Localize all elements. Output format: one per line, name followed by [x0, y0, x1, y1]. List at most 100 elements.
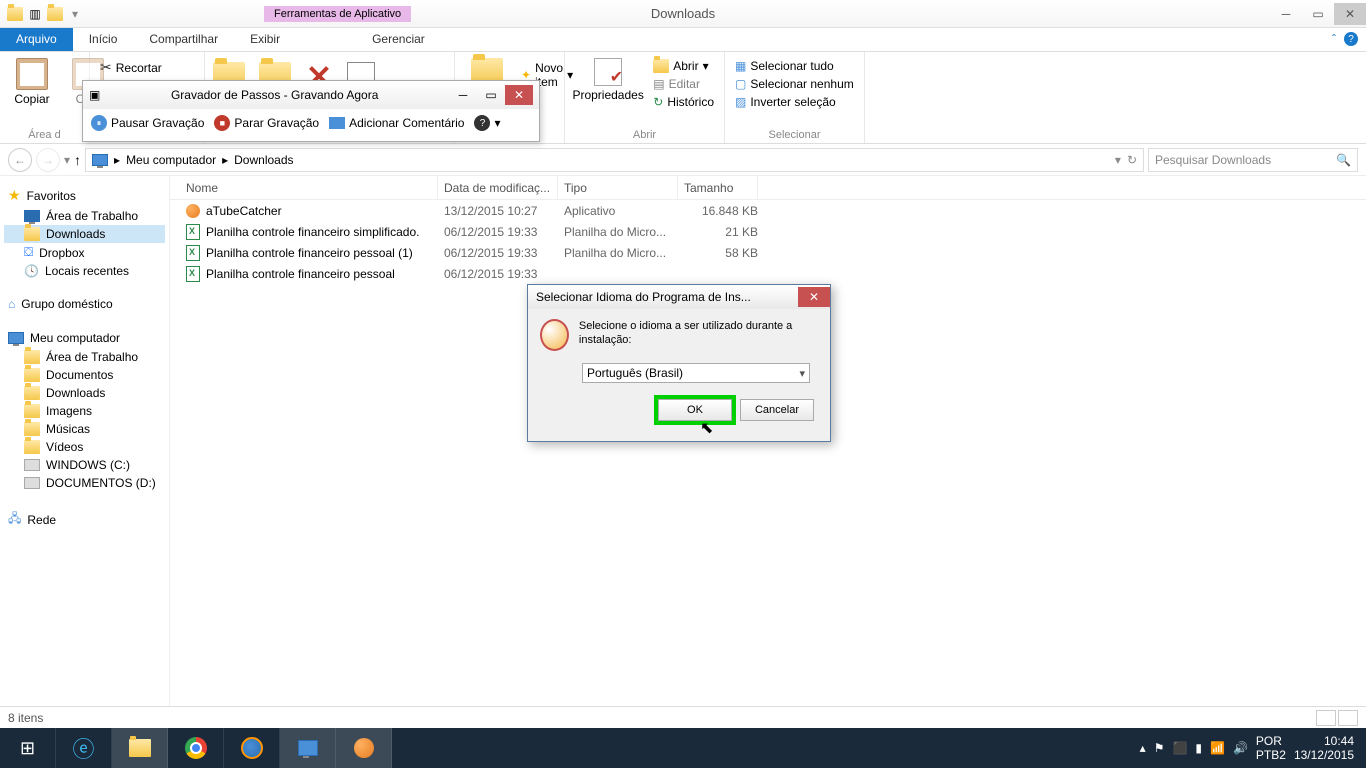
details-view-icon[interactable]: [1316, 710, 1336, 726]
chevron-up-icon[interactable]: ˆ: [1332, 32, 1336, 47]
language-indicator[interactable]: PORPTB2: [1256, 734, 1286, 763]
recent-dropdown[interactable]: ▾: [64, 153, 70, 167]
edit-button[interactable]: ▤Editar: [651, 76, 716, 92]
history-button[interactable]: ↻Histórico: [651, 94, 716, 110]
minimize-button[interactable]: ─: [1270, 3, 1302, 25]
sidebar-item-desktop2[interactable]: Área de Trabalho: [4, 348, 165, 366]
sidebar-computer[interactable]: Meu computador: [4, 328, 165, 348]
copy-label: Copiar: [14, 92, 49, 106]
psr-maximize-button[interactable]: ▭: [477, 85, 505, 105]
computer-label: Meu computador: [30, 331, 120, 345]
chevron-right-icon[interactable]: ▸: [222, 153, 228, 167]
psr-pause-button[interactable]: ⏸Pausar Gravação: [91, 115, 204, 131]
table-row[interactable]: Planilha controle financeiro pessoal (1)…: [170, 242, 1366, 263]
properties-icon[interactable]: ▥: [26, 5, 44, 23]
clock[interactable]: 10:4413/12/2015: [1294, 734, 1354, 763]
desktop-icon: [24, 210, 40, 222]
crumb-computer[interactable]: Meu computador: [126, 153, 216, 167]
col-type[interactable]: Tipo: [558, 176, 678, 199]
icons-view-icon[interactable]: [1338, 710, 1358, 726]
sidebar-item-desktop[interactable]: Área de Trabalho: [4, 207, 165, 225]
taskbar-chrome[interactable]: [168, 728, 224, 768]
cancel-button[interactable]: Cancelar: [740, 399, 814, 421]
history-icon: ↻: [653, 95, 663, 109]
psr-titlebar[interactable]: ▣ Gravador de Passos - Gravando Agora ─ …: [83, 81, 539, 109]
close-button[interactable]: ✕: [1334, 3, 1366, 25]
taskbar-explorer[interactable]: [112, 728, 168, 768]
help-icon[interactable]: ?: [1344, 32, 1358, 46]
open-button[interactable]: Abrir▾: [651, 58, 716, 74]
crumb-downloads[interactable]: Downloads: [234, 153, 293, 167]
action-center-icon[interactable]: ⚑: [1154, 741, 1165, 755]
ok-button[interactable]: OK: [658, 399, 732, 421]
tab-manage[interactable]: Gerenciar: [356, 28, 441, 51]
psr-comment-button[interactable]: Adicionar Comentário: [329, 116, 464, 130]
tab-share[interactable]: Compartilhar: [133, 28, 234, 51]
table-row[interactable]: aTubeCatcher13/12/2015 10:27Aplicativo16…: [170, 200, 1366, 221]
col-size[interactable]: Tamanho: [678, 176, 758, 199]
table-row[interactable]: Planilha controle financeiro pessoal06/1…: [170, 263, 1366, 284]
dialog-titlebar[interactable]: Selecionar Idioma do Programa de Ins... …: [528, 285, 830, 309]
language-select[interactable]: Português (Brasil): [582, 363, 810, 383]
sidebar-item-drive-c[interactable]: WINDOWS (C:): [4, 456, 165, 474]
chevron-down-icon[interactable]: ▾: [494, 116, 500, 130]
psr-stop-button[interactable]: ■Parar Gravação: [214, 115, 319, 131]
col-name[interactable]: Nome: [180, 176, 438, 199]
select-all-button[interactable]: ▦Selecionar tudo: [733, 58, 856, 74]
wifi-icon[interactable]: 📶: [1210, 741, 1225, 755]
search-input[interactable]: Pesquisar Downloads 🔍: [1148, 148, 1358, 172]
new-folder-icon[interactable]: [46, 5, 64, 23]
sidebar-item-downloads[interactable]: Downloads: [4, 225, 165, 243]
view-switcher[interactable]: [1316, 710, 1358, 726]
sidebar-homegroup[interactable]: ⌂Grupo doméstico: [4, 294, 165, 314]
sidebar-item-recent[interactable]: 🕓Locais recentes: [4, 262, 165, 280]
cut-button[interactable]: Recortar: [98, 58, 196, 77]
psr-minimize-button[interactable]: ─: [449, 85, 477, 105]
psr-help-button[interactable]: ?▾: [474, 115, 500, 131]
properties-button[interactable]: ✔Propriedades: [573, 56, 643, 139]
breadcrumb[interactable]: ▸ Meu computador ▸ Downloads ▾ ↻: [85, 148, 1144, 172]
sidebar-item-dropbox[interactable]: ⛋Dropbox: [4, 243, 165, 262]
battery-icon[interactable]: ▮: [1195, 741, 1202, 755]
up-button[interactable]: ↑: [74, 152, 81, 168]
taskbar-psr[interactable]: [280, 728, 336, 768]
start-button[interactable]: ⊞: [0, 728, 56, 768]
sidebar-favorites[interactable]: ★Favoritos: [4, 184, 165, 207]
sidebar-item-downloads2[interactable]: Downloads: [4, 384, 165, 402]
back-button[interactable]: ←: [8, 148, 32, 172]
forward-button[interactable]: →: [36, 148, 60, 172]
volume-icon[interactable]: 🔊: [1233, 741, 1248, 755]
copy-button[interactable]: Copiar: [8, 56, 56, 139]
taskbar-installer[interactable]: [336, 728, 392, 768]
security-icon[interactable]: ⬛: [1172, 741, 1187, 755]
item-count: 8 itens: [8, 711, 43, 725]
recent-icon: 🕓: [24, 264, 39, 278]
table-row[interactable]: Planilha controle financeiro simplificad…: [170, 221, 1366, 242]
firefox-icon: [241, 737, 263, 759]
maximize-button[interactable]: ▭: [1302, 3, 1334, 25]
pause-icon: ⏸: [91, 115, 107, 131]
col-date[interactable]: Data de modificaç...: [438, 176, 558, 199]
taskbar-ie[interactable]: ⓔ: [56, 728, 112, 768]
chevron-right-icon[interactable]: ▸: [114, 153, 120, 167]
tab-home[interactable]: Início: [73, 28, 134, 51]
address-dropdown-icon[interactable]: ▾: [1115, 153, 1121, 167]
sidebar-item-drive-d[interactable]: DOCUMENTOS (D:): [4, 474, 165, 492]
tab-file[interactable]: Arquivo: [0, 28, 73, 51]
folder-icon: [24, 422, 40, 436]
sidebar-item-images[interactable]: Imagens: [4, 402, 165, 420]
select-none-button[interactable]: ▢Selecionar nenhum: [733, 76, 856, 92]
sidebar-network[interactable]: 🖧Rede: [4, 506, 165, 533]
psr-close-button[interactable]: ✕: [505, 85, 533, 105]
sidebar-item-documents[interactable]: Documentos: [4, 366, 165, 384]
taskbar-firefox[interactable]: [224, 728, 280, 768]
ribbon-help[interactable]: ˆ?: [1324, 28, 1366, 51]
refresh-icon[interactable]: ↻: [1127, 153, 1137, 167]
dialog-close-button[interactable]: ✕: [798, 287, 830, 307]
invert-selection-button[interactable]: ▨Inverter seleção: [733, 94, 856, 110]
sidebar-item-videos[interactable]: Vídeos: [4, 438, 165, 456]
tab-view[interactable]: Exibir: [234, 28, 296, 51]
sidebar-item-music[interactable]: Músicas: [4, 420, 165, 438]
qat-dropdown-icon[interactable]: ▾: [66, 5, 84, 23]
tray-chevron-icon[interactable]: ▴: [1140, 741, 1146, 755]
